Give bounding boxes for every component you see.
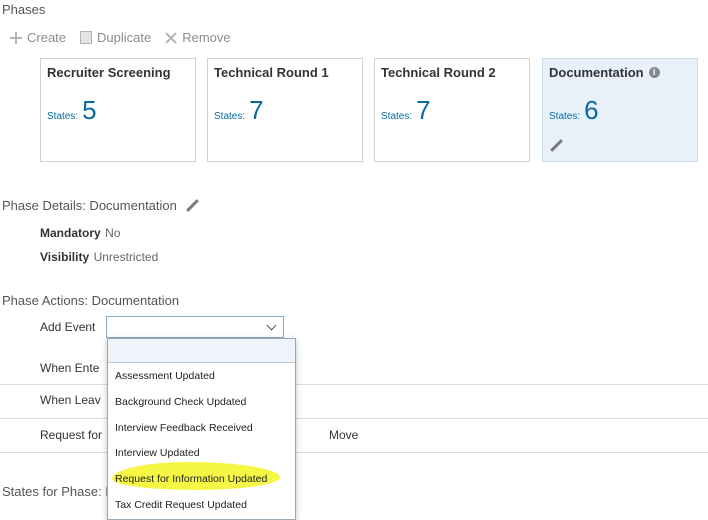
phase-card-states: States: 7 xyxy=(214,97,264,123)
phase-card-recruiter-screening[interactable]: Recruiter Screening States: 5 xyxy=(40,58,196,162)
dropdown-option[interactable]: Interview Updated xyxy=(115,447,200,459)
create-label: Create xyxy=(27,30,67,45)
remove-label: Remove xyxy=(182,30,231,45)
mandatory-value: No xyxy=(105,226,121,240)
phase-card-title-row: Documentation i xyxy=(549,65,660,80)
add-event-label: Add Event xyxy=(40,320,96,334)
chevron-down-icon xyxy=(266,320,277,331)
add-event-select[interactable] xyxy=(106,316,284,338)
phase-actions-title: Phase Actions: Documentation xyxy=(2,293,180,308)
visibility-value: Unrestricted xyxy=(93,250,159,264)
phases-toolbar: Create Duplicate Remove xyxy=(10,30,231,45)
phase-card-title: Recruiter Screening xyxy=(47,65,171,80)
remove-icon xyxy=(165,32,177,44)
duplicate-label: Duplicate xyxy=(97,30,152,45)
remove-button[interactable]: Remove xyxy=(165,30,230,45)
states-label: States: xyxy=(549,111,581,122)
create-button[interactable]: Create xyxy=(10,30,66,45)
dropdown-option[interactable]: Tax Credit Request Updated xyxy=(115,499,247,511)
phase-card-states: States: 5 xyxy=(47,97,97,123)
request-for-row[interactable]: Request for xyxy=(40,428,102,442)
dropdown-search-field[interactable] xyxy=(108,339,295,363)
phase-card-technical-round-2[interactable]: Technical Round 2 States: 7 xyxy=(374,58,530,162)
states-count: 7 xyxy=(416,95,431,125)
move-action[interactable]: Move xyxy=(329,428,358,442)
states-label: States: xyxy=(381,111,413,122)
mandatory-row: Mandatory No xyxy=(40,224,120,242)
visibility-row: Visibility Unrestricted xyxy=(40,248,158,266)
when-entering-row[interactable]: When Ente xyxy=(40,361,99,375)
phase-details-header: Phase Details: Documentation xyxy=(2,198,199,213)
states-for-phase-title: States for Phase: D xyxy=(2,484,115,499)
when-leaving-row[interactable]: When Leav xyxy=(40,393,101,407)
mandatory-label: Mandatory xyxy=(40,226,101,240)
plus-icon xyxy=(10,31,22,44)
phases-title: Phases xyxy=(2,2,46,17)
dropdown-option-highlighted[interactable]: Request for Information Updated xyxy=(115,473,267,485)
phase-card-technical-round-1[interactable]: Technical Round 1 States: 7 xyxy=(207,58,363,162)
visibility-label: Visibility xyxy=(40,250,90,264)
dropdown-option[interactable]: Background Check Updated xyxy=(115,396,246,408)
edit-pencil-icon[interactable] xyxy=(549,139,563,153)
duplicate-button[interactable]: Duplicate xyxy=(80,30,151,45)
phase-card-states: States: 7 xyxy=(381,97,431,123)
phase-card-states: States: 6 xyxy=(549,97,599,123)
states-count: 5 xyxy=(82,95,97,125)
duplicate-icon xyxy=(80,31,93,44)
edit-details-pencil-icon[interactable] xyxy=(185,199,199,213)
states-label: States: xyxy=(47,111,79,122)
states-count: 7 xyxy=(249,95,264,125)
phase-card-title: Technical Round 1 xyxy=(214,65,329,80)
dropdown-option[interactable]: Interview Feedback Received xyxy=(115,422,253,434)
phase-card-title: Documentation xyxy=(549,65,644,80)
phase-card-title: Technical Round 2 xyxy=(381,65,496,80)
states-label: States: xyxy=(214,111,246,122)
phase-details-title: Phase Details: Documentation xyxy=(2,198,177,213)
dropdown-option[interactable]: Assessment Updated xyxy=(115,370,215,382)
info-icon[interactable]: i xyxy=(648,67,660,78)
phase-card-documentation[interactable]: Documentation i States: 6 xyxy=(542,58,698,162)
states-count: 6 xyxy=(584,95,599,125)
